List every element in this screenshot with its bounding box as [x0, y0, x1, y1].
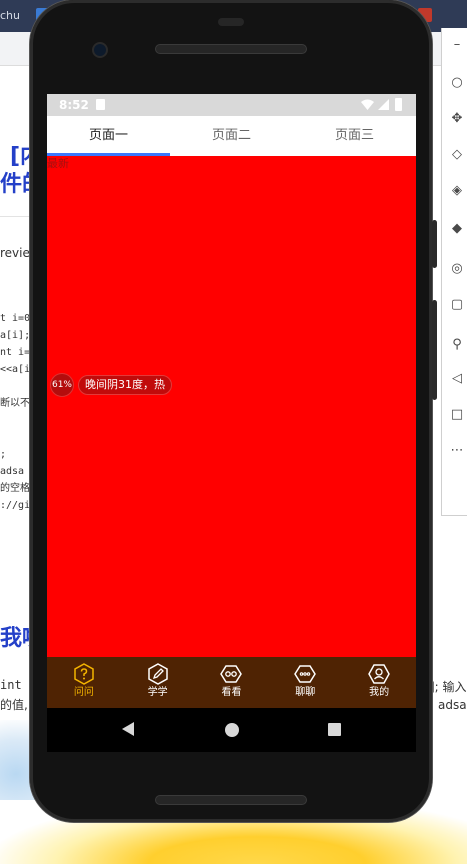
- phone-volume-button[interactable]: [432, 300, 437, 400]
- question-icon: [74, 663, 94, 685]
- battery-icon: [395, 98, 402, 111]
- nav-label-me: 我的: [369, 687, 390, 698]
- tab-page-one[interactable]: 页面一: [47, 116, 170, 156]
- side-square-2-icon: □: [450, 407, 464, 422]
- nav-item-me[interactable]: 我的: [342, 657, 416, 708]
- wifi-icon: [361, 99, 374, 110]
- side-pin-icon: ⚲: [452, 337, 462, 352]
- weather-widget[interactable]: 61% 晚间阴31度，热: [50, 373, 172, 397]
- weather-percent: 61%: [50, 373, 74, 397]
- nav-label-chat: 聊聊: [295, 687, 316, 698]
- side-more-icon: ⋯: [450, 443, 464, 458]
- side-square-icon: ▢: [450, 297, 464, 312]
- top-tab-bar: 页面一 页面二 页面三: [47, 116, 416, 156]
- nav-item-learn[interactable]: 学学: [121, 657, 195, 708]
- phone-camera: [92, 42, 108, 58]
- phone-top-slot: [218, 18, 244, 26]
- phone-power-button[interactable]: [432, 220, 437, 268]
- system-navigation-bar: [47, 708, 416, 752]
- sd-card-icon: [96, 99, 105, 110]
- back-icon[interactable]: [122, 722, 134, 736]
- nav-label-ask: 问问: [73, 687, 94, 698]
- background-side-toolbar: – ○ ✥ ◇ ◈ ◆ ◎ ▢ ⚲ ◁ □ ⋯: [441, 28, 467, 516]
- home-icon[interactable]: [225, 723, 239, 737]
- nav-item-watch[interactable]: 看看: [195, 657, 269, 708]
- refresh-label: 最新: [47, 157, 69, 170]
- page-content[interactable]: 最新 61% 晚间阴31度，热: [47, 156, 416, 657]
- bottom-navigation: 问问 学学 看看 聊聊 我的: [47, 657, 416, 708]
- nav-item-ask[interactable]: 问问: [47, 657, 121, 708]
- side-back-icon: ◁: [452, 371, 462, 386]
- background-text-2: 的值,: [0, 698, 28, 712]
- background-divider: [0, 216, 30, 217]
- nav-label-learn: 学学: [147, 687, 168, 698]
- weather-text: 晚间阴31度，热: [78, 375, 172, 395]
- pencil-icon: [147, 663, 168, 685]
- person-icon: [368, 664, 390, 684]
- background-tab-fragment: chu: [0, 9, 20, 22]
- side-erase-icon: ◆: [452, 221, 462, 236]
- chat-icon: [294, 665, 317, 683]
- background-text-right: ]; 输入: [430, 680, 467, 694]
- tab-page-two[interactable]: 页面二: [170, 116, 293, 156]
- phone-screen: 8:52 页面一 页面二 页面三 最新 61% 晚间阴31度，热 问问 学学 看…: [47, 94, 416, 708]
- glasses-icon: [220, 665, 243, 683]
- side-move-icon: ✥: [451, 111, 463, 126]
- background-text-right-2: adsa: [438, 698, 467, 712]
- signal-icon: [378, 99, 389, 110]
- side-rotate-icon: ◇: [452, 147, 462, 162]
- nav-item-chat[interactable]: 聊聊: [268, 657, 342, 708]
- status-bar: 8:52: [47, 94, 416, 116]
- side-rotate-2-icon: ◈: [452, 183, 462, 198]
- tab-page-three[interactable]: 页面三: [293, 116, 416, 156]
- side-camera-icon: ◎: [451, 261, 463, 276]
- side-search-icon: ○: [451, 75, 463, 90]
- phone-bottom-speaker: [155, 795, 307, 805]
- side-minimize-icon: –: [453, 37, 461, 52]
- phone-top-speaker: [155, 44, 307, 54]
- nav-label-watch: 看看: [221, 687, 242, 698]
- recents-icon[interactable]: [328, 723, 341, 736]
- status-time: 8:52: [59, 98, 89, 112]
